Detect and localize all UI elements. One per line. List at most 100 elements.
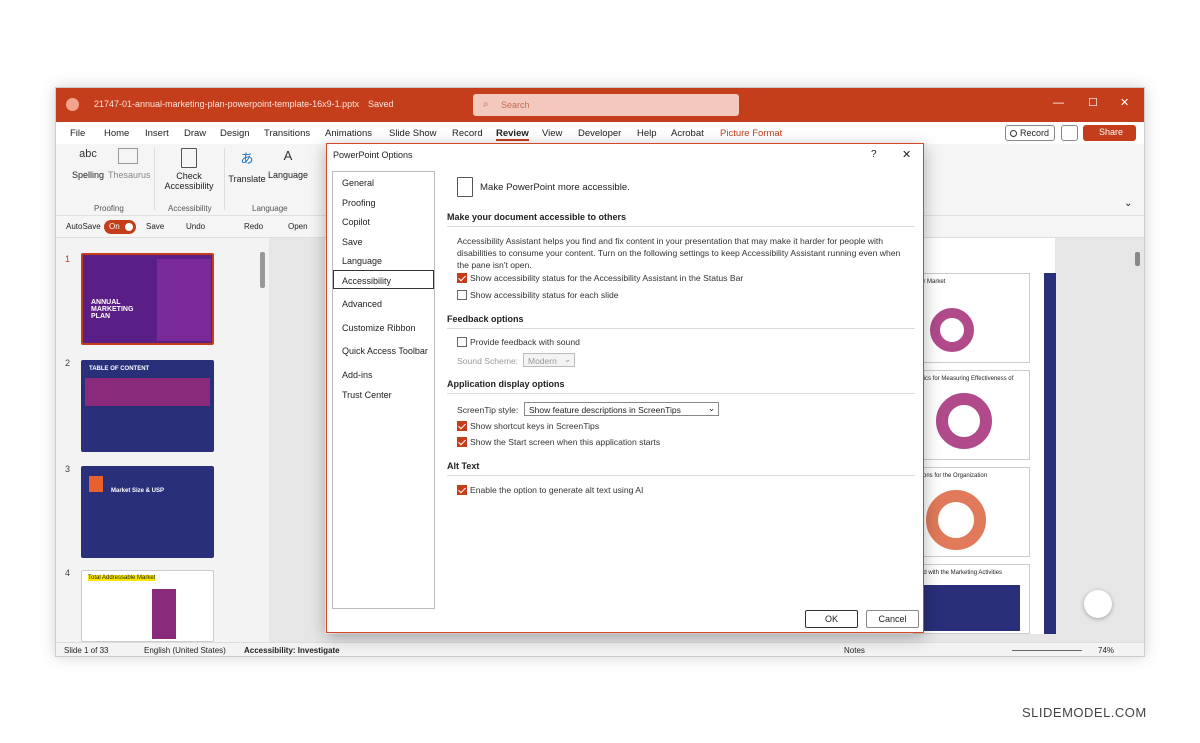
language-status[interactable]: English (United States) (144, 646, 226, 655)
thumbnail-title: TABLE OF CONTENT (89, 366, 150, 372)
alt-text-ai-label: Enable the option to generate alt text u… (470, 485, 644, 495)
section-divider (447, 475, 915, 476)
search-placeholder: Search (501, 100, 530, 110)
slide-number: 3 (65, 464, 71, 474)
nav-save[interactable]: Save (342, 237, 363, 247)
accessibility-check-icon (181, 148, 197, 168)
thumbnail-title: ANNUAL MARKETING PLAN (91, 299, 134, 320)
accessibility-status[interactable]: Accessibility: Investigate (244, 646, 340, 655)
chevron-down-icon: ⌄ (564, 354, 572, 364)
options-heading: Make PowerPoint more accessible. (480, 182, 630, 193)
open-button[interactable]: Open (288, 222, 308, 231)
slide-number: 4 (65, 568, 71, 578)
search-box[interactable]: ⌕ Search (473, 94, 739, 116)
accessibility-icon (457, 177, 473, 197)
dialog-title: PowerPoint Options (333, 150, 413, 160)
nav-accessibility[interactable]: Accessibility (333, 270, 434, 289)
notes-button[interactable]: Notes (844, 646, 865, 655)
feedback-sound-checkbox[interactable] (457, 337, 467, 347)
nav-general[interactable]: General (342, 178, 374, 188)
section-display: Application display options (447, 379, 565, 389)
section-divider (447, 328, 915, 329)
slide-thumbnail[interactable]: ANNUAL MARKETING PLAN (81, 253, 214, 345)
screentip-value: Show feature descriptions in ScreenTips (529, 405, 681, 415)
nav-customize-ribbon[interactable]: Customize Ribbon (342, 323, 416, 333)
minimize-icon[interactable]: — (1053, 97, 1064, 109)
menu-view[interactable]: View (542, 128, 562, 139)
save-status: Saved (368, 99, 394, 109)
record-button[interactable]: Record (1005, 125, 1055, 141)
copilot-icon[interactable] (1084, 590, 1112, 618)
shortcut-keys-label: Show shortcut keys in ScreenTips (470, 421, 600, 431)
ok-button[interactable]: OK (805, 610, 858, 628)
language-button[interactable]: A Language (268, 148, 308, 180)
spelling-button[interactable]: abc Spelling (70, 148, 106, 180)
thumbnail-title: Total Addressable Market (88, 575, 156, 581)
translate-button[interactable]: あ Translate (228, 148, 266, 184)
options-nav: General Proofing Copilot Save Language A… (332, 171, 435, 609)
nav-add-ins[interactable]: Add-ins (342, 370, 373, 380)
menu-acrobat[interactable]: Acrobat (671, 128, 704, 139)
menu-picture-format[interactable]: Picture Format (720, 128, 782, 139)
slide-thumbnail[interactable]: TABLE OF CONTENT (81, 360, 214, 452)
slide-thumbnail[interactable]: Total Addressable Market (81, 570, 214, 642)
preview-title: tions for the Organization (920, 473, 988, 479)
comments-icon[interactable] (1061, 125, 1078, 141)
menu-slide-show[interactable]: Slide Show (389, 128, 437, 139)
menu-insert[interactable]: Insert (145, 128, 169, 139)
collapse-ribbon-icon[interactable]: ⌄ (1124, 198, 1132, 209)
menu-home[interactable]: Home (104, 128, 129, 139)
nav-language[interactable]: Language (342, 256, 382, 266)
translate-label: Translate (228, 174, 266, 184)
menu-record[interactable]: Record (452, 128, 483, 139)
undo-button[interactable]: Undo (186, 222, 205, 231)
screentip-label: ScreenTip style: (457, 405, 519, 415)
nav-advanced[interactable]: Advanced (342, 299, 382, 309)
share-button[interactable]: Share (1083, 125, 1136, 141)
nav-proofing[interactable]: Proofing (342, 198, 376, 208)
maximize-icon[interactable]: ☐ (1088, 96, 1098, 109)
close-icon[interactable]: ✕ (902, 148, 911, 161)
save-button[interactable]: Save (146, 222, 164, 231)
thesaurus-label: Thesaurus (108, 170, 151, 180)
thesaurus-button[interactable]: Thesaurus (108, 148, 151, 180)
menu-draw[interactable]: Draw (184, 128, 206, 139)
zoom-slider[interactable] (1012, 650, 1082, 651)
slide-thumbnail[interactable]: Market Size & USP (81, 466, 214, 558)
menu-animations[interactable]: Animations (325, 128, 372, 139)
each-slide-checkbox[interactable] (457, 290, 467, 300)
status-bar-checkbox[interactable] (457, 273, 467, 283)
alt-text-ai-checkbox[interactable] (457, 485, 467, 495)
menu-review[interactable]: Review (496, 128, 529, 141)
nav-trust-center[interactable]: Trust Center (342, 390, 392, 400)
slide-preview: trics for Measuring Effectiveness of (913, 370, 1030, 460)
shortcut-keys-checkbox[interactable] (457, 421, 467, 431)
nav-copilot[interactable]: Copilot (342, 217, 370, 227)
screentip-select[interactable]: Show feature descriptions in ScreenTips … (524, 402, 719, 416)
chevron-down-icon: ⌄ (708, 403, 716, 413)
nav-quick-access-toolbar[interactable]: Quick Access Toolbar (342, 346, 428, 356)
help-icon[interactable]: ? (871, 149, 877, 160)
menu-file[interactable]: File (70, 128, 85, 139)
menu-help[interactable]: Help (637, 128, 657, 139)
thumbnail-badge (89, 476, 103, 492)
check-label: Check (176, 171, 202, 181)
preview-title: ed with the Marketing Activities (920, 570, 1003, 576)
cancel-button[interactable]: Cancel (866, 610, 919, 628)
zoom-level[interactable]: 74% (1098, 646, 1114, 655)
close-icon[interactable]: ✕ (1120, 96, 1129, 109)
start-screen-checkbox[interactable] (457, 437, 467, 447)
preview-chart (930, 308, 974, 352)
sound-scheme-select: Modern ⌄ (523, 353, 575, 367)
autosave-toggle[interactable]: On (104, 220, 136, 234)
slide-number: 1 (65, 254, 71, 264)
thumbnail-scrollbar[interactable] (260, 252, 265, 288)
menu-transitions[interactable]: Transitions (264, 128, 310, 139)
check-accessibility-button[interactable]: Check Accessibility (158, 148, 220, 191)
menu-design[interactable]: Design (220, 128, 250, 139)
feedback-sound-label: Provide feedback with sound (470, 337, 580, 347)
ribbon-divider (154, 148, 155, 210)
menu-developer[interactable]: Developer (578, 128, 621, 139)
redo-button[interactable]: Redo (244, 222, 263, 231)
canvas-scrollbar[interactable] (1135, 252, 1140, 266)
